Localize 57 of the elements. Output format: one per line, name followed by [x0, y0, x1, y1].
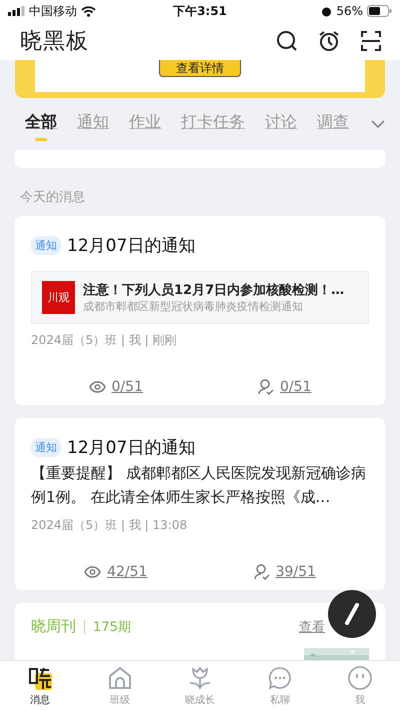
chevron-down-icon[interactable] [371, 120, 385, 128]
scan-icon[interactable] [360, 30, 382, 52]
nav-tab[interactable]: 班级 [90, 665, 150, 707]
confirm-count[interactable]: 39/51 [276, 564, 316, 580]
read-count[interactable]: 0/51 [112, 379, 143, 395]
nav-tab[interactable]: 晓成长 [170, 665, 230, 707]
sprout-icon [187, 665, 213, 691]
message-card[interactable]: 通知 12月07日的通知 川观 注意！下列人员12月7日内参加核酸检测！… 成都市郫都区新型冠状病毒肺炎疫情检测通知 2024届（5）班 | 我 | 刚刚 0/51 0/51 [15, 216, 385, 405]
alarm-clock-icon[interactable] [318, 30, 340, 52]
message-meta: 2024届（5）班 | 我 | 刚刚 [31, 332, 178, 349]
link-preview[interactable]: 川观 注意！下列人员12月7日内参加核酸检测！… 成都市郫都区新型冠状病毒肺炎疫情检测通知 [31, 271, 369, 324]
message-card[interactable]: 通知 12月07日的通知 【重要提醒】 成都郫都区人民医院发现新冠确诊病例1例。 在此请全体师生家长严格按照《成… 2024届（5）班 | 我 | 13:08 42/51 39/51 [15, 418, 385, 590]
status-time: 下午3:51 [173, 2, 227, 20]
battery-percent: 56% [336, 4, 363, 18]
notice-tag: 通知 [31, 236, 61, 255]
view-more-link[interactable]: 查看 [299, 618, 325, 636]
read-count[interactable]: 42/51 [107, 564, 148, 580]
eye-icon [88, 381, 106, 393]
category-tab[interactable]: 打卡任务 [181, 108, 245, 140]
house-icon [107, 665, 133, 691]
message-title: 12月07日的通知 [67, 235, 196, 257]
promo-banner[interactable]: 查看详情 [15, 60, 385, 98]
pencil-icon [342, 602, 362, 626]
chat-bubble-icon [267, 665, 293, 691]
face-icon [347, 665, 373, 691]
compose-button[interactable] [328, 590, 376, 638]
eye-icon [84, 566, 102, 578]
search-icon[interactable] [276, 30, 298, 52]
weekly-card[interactable]: 晓周刊 175期 查看 [15, 603, 385, 660]
link-title: 注意！下列人员12月7日内参加核酸检测！… [83, 282, 344, 299]
app-title: 晓黑板 [20, 28, 89, 56]
person-check-icon [254, 564, 270, 580]
details-button[interactable]: 查看详情 [159, 60, 241, 77]
app-logo-icon [27, 665, 53, 691]
signal-icon [8, 6, 25, 16]
carrier-name: 中国移动 [29, 2, 77, 20]
confirm-count[interactable]: 0/51 [280, 379, 312, 395]
weekly-brand: 晓周刊 [31, 617, 76, 636]
person-check-icon [258, 379, 274, 395]
source-logo: 川观 [42, 281, 75, 314]
category-tab[interactable]: 调查 [317, 108, 349, 140]
nav-tab[interactable]: 消息 [10, 665, 70, 707]
message-meta: 2024届（5）班 | 我 | 13:08 [31, 517, 188, 534]
category-tab[interactable]: 通知 [77, 108, 109, 140]
category-tab[interactable]: 全部 [25, 108, 57, 140]
link-subtitle: 成都市郫都区新型冠状病毒肺炎疫情检测通知 [83, 299, 304, 314]
wifi-icon [81, 6, 96, 16]
category-tab[interactable]: 讨论 [265, 108, 297, 140]
message-title: 12月07日的通知 [67, 437, 196, 459]
notice-tag: 通知 [31, 438, 61, 457]
section-label: 今天的消息 [20, 189, 86, 206]
nav-tab[interactable]: 我 [330, 665, 390, 707]
nav-tab[interactable]: 私聊 [250, 665, 310, 707]
message-text: 【重要提醒】 成都郫都区人民医院发现新冠确诊病例1例。 在此请全体师生家长严格按照《成… [31, 463, 367, 508]
battery-icon [366, 5, 392, 17]
issue-number: 175期 [93, 618, 131, 636]
category-tab[interactable]: 作业 [129, 108, 161, 140]
